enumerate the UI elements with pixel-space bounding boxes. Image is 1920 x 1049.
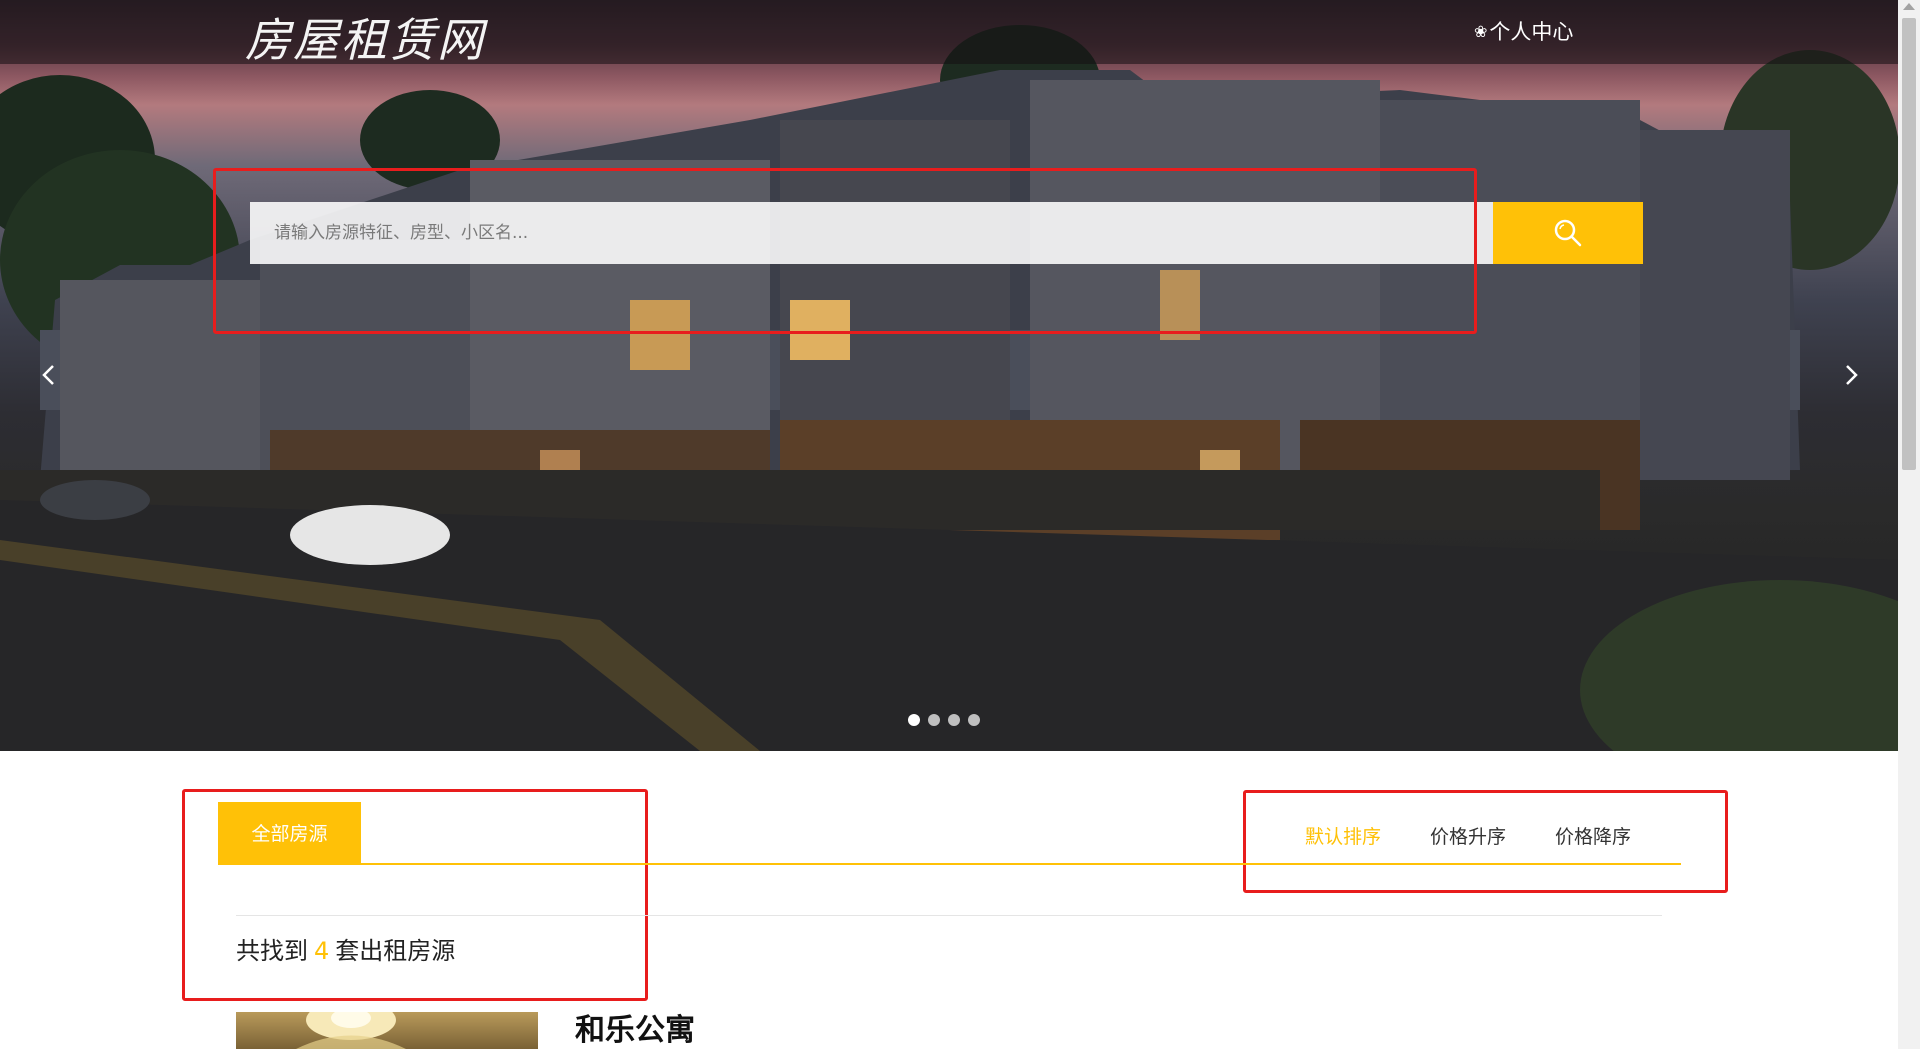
user-center-link[interactable]: ❀ 个人中心: [1474, 16, 1573, 46]
search-input[interactable]: [250, 202, 1493, 264]
carousel-dot-2[interactable]: [928, 714, 940, 726]
sort-price-desc[interactable]: 价格降序: [1555, 822, 1631, 849]
scrollbar-thumb[interactable]: [1902, 18, 1916, 470]
carousel-dot-3[interactable]: [948, 714, 960, 726]
tab-all-listings[interactable]: 全部房源: [218, 802, 361, 863]
hero-banner: 房屋租赁网 ❀ 个人中心: [0, 0, 1898, 751]
lamp-image: [296, 1012, 406, 1049]
scroll-up-arrow-icon[interactable]: [1903, 3, 1915, 10]
hero-background-image: [0, 25, 1898, 751]
sort-default[interactable]: 默认排序: [1305, 822, 1381, 849]
result-count: 共找到 4 套出租房源: [236, 931, 455, 966]
result-prefix: 共找到: [236, 937, 308, 965]
carousel-next-button[interactable]: [1836, 360, 1866, 390]
result-number: 4: [314, 937, 330, 965]
search-icon: [1554, 219, 1582, 247]
leaf-icon: ❀: [1474, 21, 1488, 41]
carousel-prev-button[interactable]: [34, 360, 64, 390]
carousel-dot-1[interactable]: [908, 714, 920, 726]
carousel-indicators: [908, 714, 980, 726]
sort-price-asc[interactable]: 价格升序: [1430, 822, 1506, 849]
site-logo[interactable]: 房屋租赁网: [245, 4, 485, 70]
carousel-dot-4[interactable]: [968, 714, 980, 726]
result-suffix: 套出租房源: [335, 937, 456, 965]
tab-underline: [218, 863, 1681, 865]
user-center-label: 个人中心: [1489, 20, 1574, 44]
listing-thumbnail[interactable]: [236, 1012, 538, 1049]
divider: [236, 915, 1662, 916]
search-button[interactable]: [1493, 202, 1643, 264]
listing-title[interactable]: 和乐公寓: [575, 1005, 695, 1049]
